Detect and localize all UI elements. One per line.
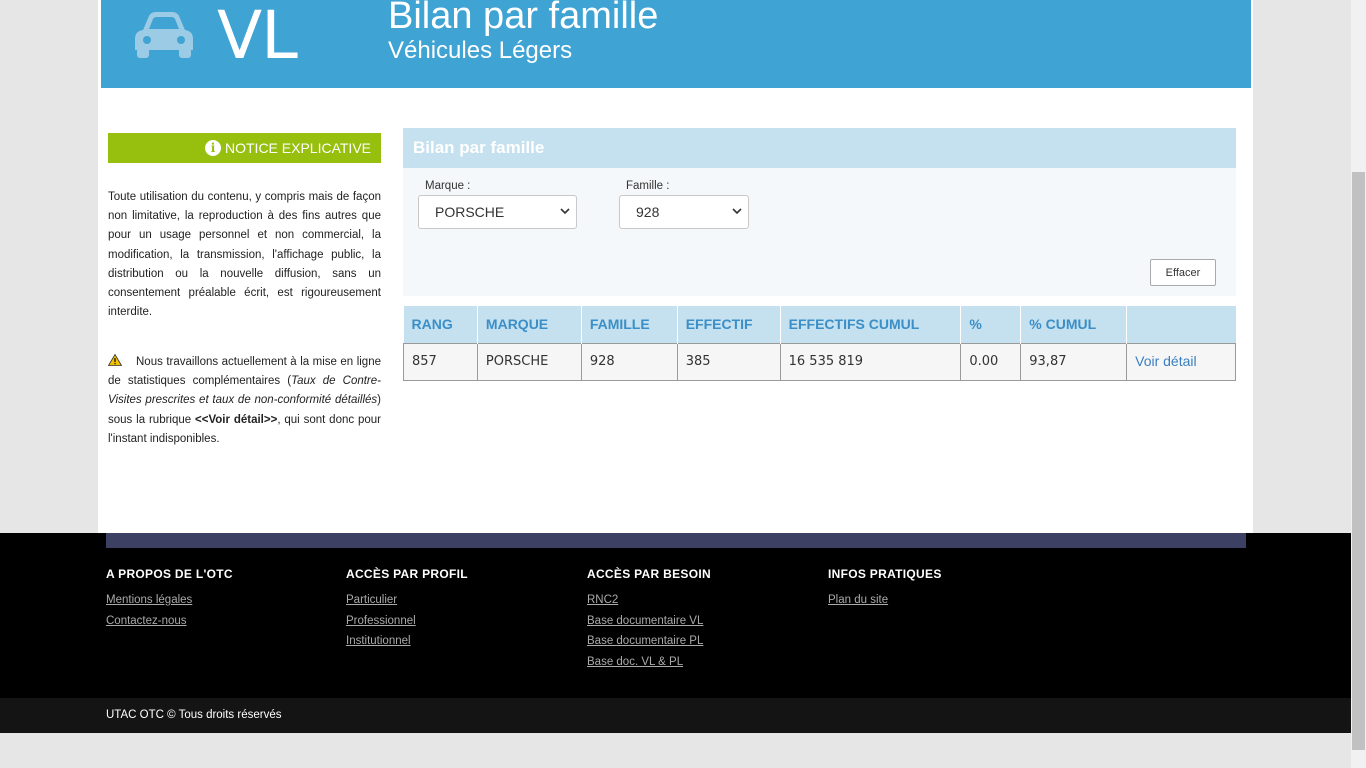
page-subtitle: Véhicules Légers (388, 37, 573, 64)
filter-panel: Marque : PORSCHE Famille : 928 Effacer (403, 168, 1236, 296)
car-icon (135, 12, 193, 58)
footer-link-base-vl[interactable]: Base documentaire VL (587, 611, 711, 632)
col-header-effectif: EFFECTIF (677, 306, 781, 343)
page-banner: VL Bilan par famille Véhicules Légers (101, 0, 1251, 88)
footer-link-mentions-legales[interactable]: Mentions légales (106, 590, 233, 611)
famille-label: Famille : (626, 180, 670, 192)
col-header-action (1126, 306, 1236, 343)
footer-col-about: A PROPOS DE L'OTC Mentions légales Conta… (106, 567, 233, 631)
footer-link-institutionnel[interactable]: Institutionnel (346, 631, 468, 652)
chevron-down-icon (732, 208, 742, 215)
vehicle-type-code: VL (217, 0, 298, 74)
footer-col-title: A PROPOS DE L'OTC (106, 567, 233, 581)
col-header-effectifs-cumul: EFFECTIFS CUMUL (780, 306, 962, 343)
famille-select-value: 928 (636, 204, 660, 220)
footer-col-info: INFOS PRATIQUES Plan du site (828, 567, 942, 611)
famille-select[interactable]: 928 (619, 195, 749, 229)
cell-pct: 0.00 (960, 342, 1022, 381)
results-table: RANG MARQUE FAMILLE EFFECTIF EFFECTIFS C… (403, 306, 1236, 381)
warning-icon (108, 354, 122, 366)
col-header-rang: RANG (403, 306, 478, 343)
notice-button-label: NOTICE EXPLICATIVE (225, 140, 371, 156)
warning-text-bold: <<Voir détail>> (195, 413, 278, 426)
notice-text: Toute utilisation du contenu, y compris … (108, 191, 381, 319)
cell-marque: PORSCHE (476, 342, 582, 381)
marque-select-value: PORSCHE (435, 204, 505, 220)
cell-pct-cumul: 93,87 (1020, 342, 1128, 381)
chevron-down-icon (560, 208, 570, 215)
table-row: 857 PORSCHE 928 385 16 535 819 0.00 93,8… (403, 342, 1236, 381)
footer-band (106, 533, 1246, 548)
cell-famille: 928 (580, 342, 678, 381)
footer-col-title: ACCÈS PAR PROFIL (346, 567, 468, 581)
footer-col-title: INFOS PRATIQUES (828, 567, 942, 581)
cell-effectifs-cumul: 16 535 819 (779, 342, 962, 381)
voir-detail-link[interactable]: Voir détail (1135, 353, 1196, 369)
footer-col-need: ACCÈS PAR BESOIN RNC2 Base documentaire … (587, 567, 711, 673)
footer-col-title: ACCÈS PAR BESOIN (587, 567, 711, 581)
page-title: Bilan par famille (388, 0, 659, 37)
marque-select[interactable]: PORSCHE (418, 195, 577, 229)
info-icon: i (205, 140, 221, 156)
cell-effectif: 385 (676, 342, 781, 381)
scrollbar-thumb[interactable] (1352, 172, 1365, 750)
footer-link-base-vl-pl[interactable]: Base doc. VL & PL (587, 652, 711, 673)
col-header-pct: % (960, 306, 1022, 343)
footer-link-particulier[interactable]: Particulier (346, 590, 468, 611)
col-header-marque: MARQUE (477, 306, 582, 343)
table-header-row: RANG MARQUE FAMILLE EFFECTIF EFFECTIFS C… (403, 306, 1236, 343)
footer-link-rnc2[interactable]: RNC2 (587, 590, 711, 611)
page-scrollbar[interactable] (1351, 0, 1366, 768)
footer-link-base-pl[interactable]: Base documentaire PL (587, 631, 711, 652)
footer-link-contact[interactable]: Contactez-nous (106, 611, 233, 632)
site-footer: A PROPOS DE L'OTC Mentions légales Conta… (0, 533, 1351, 698)
col-header-pct-cumul: % CUMUL (1020, 306, 1128, 343)
copyright-text: UTAC OTC © Tous droits réservés (0, 698, 1351, 733)
panel-title: Bilan par famille (403, 128, 1236, 168)
col-header-famille: FAMILLE (581, 306, 678, 343)
warning-text: Nous travaillons actuellement à la mise … (108, 353, 381, 449)
footer-col-profile: ACCÈS PAR PROFIL Particulier Professionn… (346, 567, 468, 652)
notice-button[interactable]: i NOTICE EXPLICATIVE (108, 133, 381, 163)
cell-rang: 857 (403, 342, 478, 381)
clear-button[interactable]: Effacer (1150, 259, 1216, 286)
footer-link-professionnel[interactable]: Professionnel (346, 611, 468, 632)
marque-label: Marque : (425, 180, 471, 192)
footer-link-plan-du-site[interactable]: Plan du site (828, 590, 942, 611)
cell-action: Voir détail (1126, 342, 1236, 381)
